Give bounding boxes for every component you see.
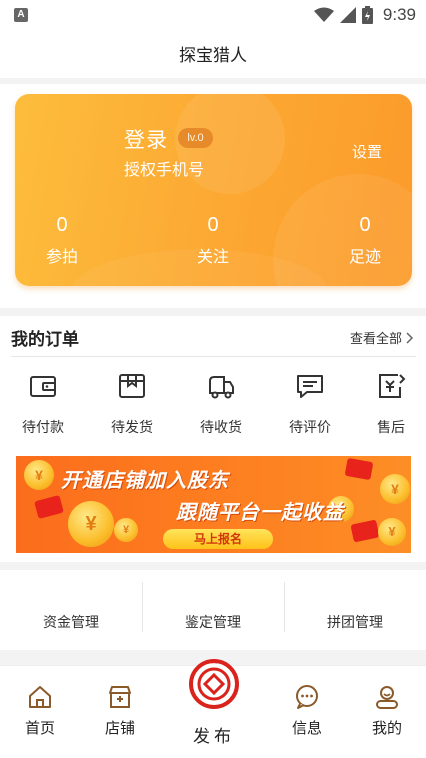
- stat-value: 0: [207, 214, 219, 236]
- settings-button[interactable]: 设置: [352, 141, 382, 162]
- banner-subheadline: 跟随平台一起收益: [176, 500, 344, 524]
- coin-icon: ¥: [380, 474, 410, 504]
- profile-icon: [376, 686, 398, 709]
- banner-headline: 开通店铺加入股东: [61, 468, 229, 492]
- coin-icon: ¥: [114, 518, 138, 542]
- tab-messages[interactable]: 信息: [277, 684, 337, 738]
- stat-follows[interactable]: 0 关注: [168, 214, 258, 267]
- promo-section: ¥ ¥ ¥ ¥ ¥ ¥ 开通店铺加入股东 跟随平台一起收益 马上报名: [0, 446, 426, 562]
- tab-label: 首页: [24, 719, 55, 737]
- management-section: 资金管理 鉴定管理 拼团管理: [0, 570, 426, 650]
- message-icon: [296, 685, 318, 709]
- notification-a-icon: A: [14, 8, 28, 22]
- order-pending-receipt[interactable]: 待收货: [186, 371, 256, 437]
- fund-management-button[interactable]: 资金管理: [0, 570, 142, 650]
- tab-label: 信息: [291, 719, 322, 737]
- order-pending-shipment[interactable]: 待发货: [97, 371, 167, 437]
- status-bar: A 9:39: [0, 0, 426, 30]
- order-label: 待付款: [22, 420, 64, 436]
- comment-icon: [297, 375, 323, 398]
- orders-title: 我的订单: [11, 330, 79, 350]
- group-buy-management-button[interactable]: 拼团管理: [284, 570, 426, 650]
- truck-icon: [209, 376, 234, 399]
- coin-symbol: ¥: [85, 513, 97, 535]
- management-label: 资金管理: [43, 615, 99, 631]
- order-pending-payment[interactable]: 待付款: [8, 371, 78, 437]
- login-button[interactable]: 登录: [124, 124, 168, 154]
- refund-icon: [379, 374, 406, 398]
- stat-label: 参拍: [45, 247, 78, 266]
- appraisal-management-button[interactable]: 鉴定管理: [142, 570, 284, 650]
- divider: [11, 356, 416, 357]
- promo-banner[interactable]: ¥ ¥ ¥ ¥ ¥ ¥ 开通店铺加入股东 跟随平台一起收益 马上报名: [16, 456, 411, 553]
- stat-bids[interactable]: 0 参拍: [17, 214, 107, 267]
- level-badge: lv.0: [178, 128, 213, 148]
- sign-up-button[interactable]: 马上报名: [163, 529, 273, 549]
- stat-value: 0: [56, 214, 68, 236]
- tab-publish[interactable]: 发布: [184, 658, 244, 747]
- view-all-label: 查看全部: [349, 332, 402, 347]
- order-label: 待收货: [200, 420, 242, 436]
- tab-mine[interactable]: 我的: [357, 684, 417, 738]
- order-label: 待评价: [289, 420, 331, 436]
- order-after-sales[interactable]: 售后: [356, 371, 426, 437]
- management-label: 鉴定管理: [185, 615, 241, 631]
- tab-label: 我的: [371, 719, 402, 737]
- tab-label: 发布: [193, 727, 235, 747]
- coin-symbol: ¥: [391, 481, 399, 497]
- publish-logo-icon: [189, 659, 239, 709]
- signal-icon: [339, 7, 356, 23]
- tab-store[interactable]: 店铺: [90, 684, 150, 738]
- coin-icon: ¥: [24, 460, 54, 490]
- clock: 9:39: [382, 5, 416, 24]
- coin-symbol: ¥: [35, 467, 43, 483]
- stat-label: 关注: [196, 247, 229, 266]
- order-label: 待发货: [111, 420, 153, 436]
- order-pending-review[interactable]: 待评价: [275, 371, 345, 437]
- wallet-icon: [30, 376, 56, 397]
- view-all-orders-link[interactable]: 查看全部: [350, 328, 414, 347]
- coin-icon: ¥: [68, 501, 114, 547]
- home-icon: [29, 686, 51, 708]
- red-envelope-icon: [34, 494, 64, 520]
- order-label: 售后: [377, 420, 405, 436]
- management-label: 拼团管理: [327, 615, 383, 631]
- tab-home[interactable]: 首页: [10, 684, 70, 738]
- package-icon: [119, 374, 145, 398]
- my-orders-section: 我的订单 查看全部 待付款 待发货 待收货 待评价 售后: [0, 316, 426, 446]
- stat-footprints[interactable]: 0 足迹: [320, 214, 410, 267]
- stat-value: 0: [359, 214, 371, 236]
- bottom-tab-bar: 首页 店铺 发布 信息 我的: [0, 659, 426, 758]
- wifi-icon: [313, 7, 334, 22]
- battery-icon: [361, 6, 373, 24]
- chevron-right-icon: [406, 331, 414, 344]
- store-icon: [109, 686, 131, 708]
- red-envelope-icon: [350, 519, 380, 543]
- tab-label: 店铺: [104, 719, 135, 737]
- coin-symbol: ¥: [122, 524, 130, 536]
- authorize-phone-link[interactable]: 授权手机号: [124, 156, 204, 180]
- status-icons: 9:39: [313, 4, 416, 26]
- coin-symbol: ¥: [388, 524, 396, 539]
- red-envelope-icon: [344, 457, 374, 481]
- profile-section: 登录 lv.0 授权手机号 设置 0 参拍 0 关注 0 足迹: [0, 84, 426, 308]
- profile-card: 登录 lv.0 授权手机号 设置 0 参拍 0 关注 0 足迹: [15, 94, 412, 286]
- page-title: 探宝猎人: [0, 30, 426, 78]
- coin-icon: ¥: [378, 518, 406, 546]
- stat-label: 足迹: [348, 247, 381, 266]
